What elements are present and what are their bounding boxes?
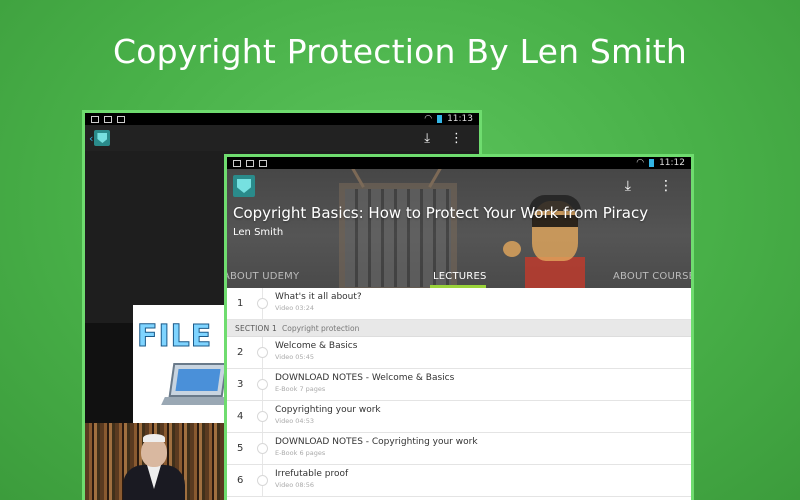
lecture-meta: Video 05:45 [275,353,315,361]
laptop-illustration [168,363,227,397]
status-bar: ◠ 11:12 [227,157,691,169]
thief-hand-illustration [503,241,521,257]
lecture-number: 2 [237,347,244,358]
lecture-title: What's it all about? [275,292,362,302]
action-bar: ⤓ ⋮ [227,169,691,203]
lecture-title: Irrefutable proof [275,469,349,479]
promo-headline: Copyright Protection By Len Smith [112,32,688,71]
back-chevron-icon[interactable]: ‹ [89,132,93,145]
lecture-meta: Video 08:56 [275,481,315,489]
game-notification-icon [259,159,267,167]
lecture-list: 1 What's it all about? Video 03:24 SECTI… [227,288,691,500]
download-icon[interactable]: ⤓ [625,178,631,194]
progress-circle-icon [257,475,268,486]
game-notification-icon [117,115,125,123]
tab-about-course[interactable]: ABOUT COURSE [613,271,691,282]
progress-circle-icon [257,443,268,454]
course-title: Copyright Basics: How to Protect Your Wo… [233,204,649,222]
notification-icon [91,115,99,123]
progress-circle-icon [257,298,268,309]
image-notification-icon [104,115,112,123]
presenter-video[interactable] [85,423,225,500]
lecture-row[interactable]: 3 DOWNLOAD NOTES - Welcome & Basics E-Bo… [227,369,691,401]
section-number: SECTION 1 [235,323,277,333]
progress-circle-icon [257,379,268,390]
app-logo-icon[interactable] [233,175,255,197]
lecture-meta: E-Book 7 pages [275,385,326,393]
lecture-number: 4 [237,411,244,422]
thumbnail-word: FILE [136,319,213,355]
app-logo-icon[interactable] [94,130,111,146]
laptop-base-illustration [161,397,227,405]
battery-icon [437,115,443,123]
tab-about-udemy[interactable]: ABOUT UDEMY [227,271,299,282]
lecture-number: 3 [237,379,244,390]
lecture-row[interactable]: 6 Irrefutable proof Video 08:56 [227,465,691,497]
presenter-hair [143,434,165,442]
overflow-menu-icon[interactable]: ⋮ [450,131,463,146]
wifi-icon: ◠ [636,158,645,168]
lecture-title: DOWNLOAD NOTES - Welcome & Basics [275,373,455,383]
course-author: Len Smith [233,227,284,238]
lecture-number: 1 [237,298,244,309]
lecture-number: 6 [237,475,244,486]
section-header: SECTION 1 Copyright protection [227,320,691,337]
wifi-icon: ◠ [424,114,433,124]
progress-circle-icon [257,411,268,422]
action-bar: ‹ ⤓ ⋮ [85,125,479,151]
lecture-row[interactable]: 4 Copyrighting your work Video 04:53 [227,401,691,433]
lecture-title: Copyrighting your work [275,405,381,415]
lecture-meta: Video 04:53 [275,417,315,425]
lecture-thumbnail-image: FILE [133,305,227,423]
download-icon[interactable]: ⤓ [424,131,430,146]
tab-bar: ABOUT UDEMY LECTURES ABOUT COURSE [227,264,691,288]
lecture-row[interactable]: 2 Welcome & Basics Video 05:45 [227,337,691,369]
status-time: 11:13 [447,114,473,124]
notification-icon [233,159,241,167]
lecture-number: 5 [237,443,244,454]
tab-lectures[interactable]: LECTURES [433,271,487,282]
lecture-row[interactable]: 1 What's it all about? Video 03:24 [227,288,691,320]
lecture-title: DOWNLOAD NOTES - Copyrighting your work [275,437,478,447]
image-notification-icon [246,159,254,167]
front-device-frame: ◠ 11:12 ⤓ ⋮ Copyright Basics: How to Pro… [224,154,694,500]
progress-circle-icon [257,347,268,358]
front-device-screen: ◠ 11:12 ⤓ ⋮ Copyright Basics: How to Pro… [227,157,691,500]
battery-icon [649,159,655,167]
status-bar: ◠ 11:13 [85,113,479,125]
lecture-meta: E-Book 6 pages [275,449,326,457]
lecture-meta: Video 03:24 [275,304,315,312]
lecture-row[interactable]: 5 DOWNLOAD NOTES - Copyrighting your wor… [227,433,691,465]
status-time: 11:12 [659,158,685,168]
overflow-menu-icon[interactable]: ⋮ [659,178,673,194]
section-title: Copyright protection [282,323,360,333]
active-tab-indicator [430,285,486,288]
lecture-title: Welcome & Basics [275,341,358,351]
course-header: ◠ 11:12 ⤓ ⋮ Copyright Basics: How to Pro… [227,157,691,288]
